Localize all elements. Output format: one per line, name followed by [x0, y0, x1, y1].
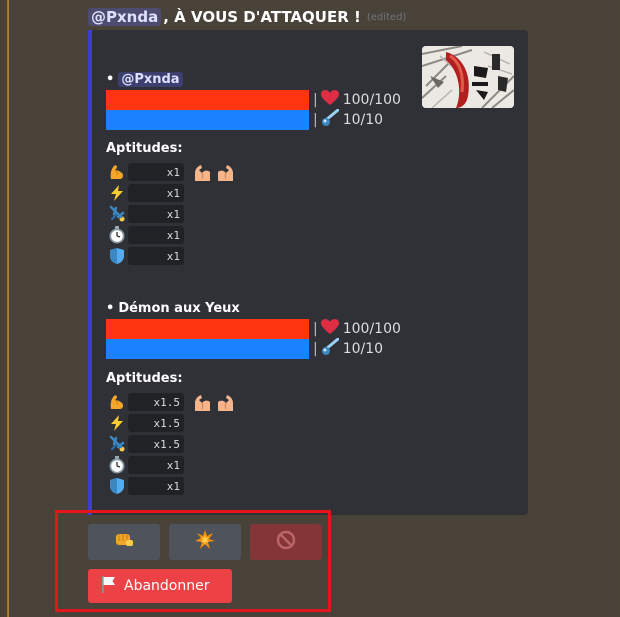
fighter-2-aptitude-time: x1	[106, 455, 184, 475]
stopwatch-icon	[106, 455, 128, 475]
fighter-1-mp-row: | 10/10	[106, 108, 384, 131]
fighter-1-time-value: x1	[128, 226, 184, 244]
comet-icon	[321, 108, 340, 131]
fighter-1-defense-value: x1	[128, 247, 184, 265]
heart-icon	[320, 90, 339, 110]
fighter-1-mention[interactable]: @Pxnda	[118, 72, 183, 87]
message-title: , À VOUS D'ATTAQUER !	[163, 8, 361, 26]
flexed-biceps-right-icon	[214, 161, 236, 187]
shield-icon	[106, 476, 128, 496]
message-header: @Pxnda , À VOUS D'ATTAQUER ! (edited)	[88, 6, 406, 28]
fighter-2-strength-value: x1.5	[128, 393, 184, 411]
flexed-biceps-right-icon	[214, 391, 236, 417]
fighter-1-mp-value: 10/10	[342, 112, 384, 128]
fighter-1-aptitude-defense: x1	[106, 246, 184, 266]
lightning-icon	[106, 183, 128, 203]
fighter-1-aptitude-agility: x1	[106, 204, 184, 224]
channel-right-border	[612, 0, 620, 617]
stopwatch-icon	[106, 225, 128, 245]
fighter-1-aptitudes-title: Aptitudes:	[106, 141, 183, 156]
edited-label: (edited)	[366, 11, 407, 23]
fighter-1-aptitude-time: x1	[106, 225, 184, 245]
fighter-2-agility-value: x1.5	[128, 435, 184, 453]
flexed-biceps-icon	[106, 162, 128, 182]
heart-icon	[320, 319, 339, 339]
lightning-icon	[106, 413, 128, 433]
fighter-2-aptitude-defense: x1	[106, 476, 184, 496]
fighter-2-name-text: Démon aux Yeux	[118, 301, 240, 316]
fighter-2-mp-value: 10/10	[342, 341, 384, 357]
fighter-2-aptitude-speed: x1.5	[106, 413, 184, 433]
fighter-2-hp-value: 100/100	[342, 321, 401, 337]
fighter-2-hp-bar	[106, 319, 309, 339]
fighter-1-strength-value: x1	[128, 163, 184, 181]
separator: |	[313, 341, 318, 357]
shield-icon	[106, 246, 128, 266]
fighter-2-aptitude-strength: x1.5	[106, 392, 184, 412]
fighter-2-mp-row: | 10/10	[106, 337, 384, 360]
fighter-2-defense-value: x1	[128, 477, 184, 495]
fighter-2-speed-value: x1.5	[128, 414, 184, 432]
manga-thumbnail-image	[422, 46, 514, 108]
fighter-1-flex-emoji	[192, 161, 236, 187]
separator: |	[313, 92, 318, 108]
fighter-1-agility-value: x1	[128, 205, 184, 223]
fighter-2-mp-bar	[106, 339, 309, 359]
fighter-2-hp-row: | 100/100	[106, 319, 401, 339]
embed-thumbnail[interactable]	[422, 46, 514, 108]
fighter-2-aptitude-agility: x1.5	[106, 434, 184, 454]
fighter-1-aptitude-strength: x1	[106, 162, 184, 182]
separator: |	[313, 321, 318, 337]
flexed-biceps-left-icon	[192, 391, 214, 417]
fighter-2-aptitudes-title: Aptitudes:	[106, 371, 183, 386]
fighter-1-mp-bar	[106, 110, 309, 130]
fighter-1-hp-row: | 100/100	[106, 90, 401, 110]
message-highlight-accent	[7, 0, 9, 617]
fighter-2-bullet: •	[106, 301, 115, 316]
fighter-2-time-value: x1	[128, 456, 184, 474]
fighter-1-hp-bar	[106, 90, 309, 110]
fighter-1-name: • @Pxnda	[106, 72, 183, 87]
cartwheel-icon	[106, 434, 128, 454]
fighter-1-hp-value: 100/100	[342, 92, 401, 108]
fighter-2-name: • Démon aux Yeux	[106, 301, 240, 316]
comet-icon	[321, 337, 340, 360]
separator: |	[313, 112, 318, 128]
fighter-1-speed-value: x1	[128, 184, 184, 202]
cartwheel-icon	[106, 204, 128, 224]
battle-embed: • @Pxnda | 100/100 | 10/10 Aptitudes: x1…	[88, 30, 528, 515]
flexed-biceps-left-icon	[192, 161, 214, 187]
fighter-1-aptitude-speed: x1	[106, 183, 184, 203]
fighter-2-flex-emoji	[192, 391, 236, 417]
user-mention[interactable]: @Pxnda	[88, 8, 162, 26]
flexed-biceps-icon	[106, 392, 128, 412]
fighter-1-bullet: •	[106, 72, 115, 87]
buttons-highlight-box	[55, 510, 331, 612]
